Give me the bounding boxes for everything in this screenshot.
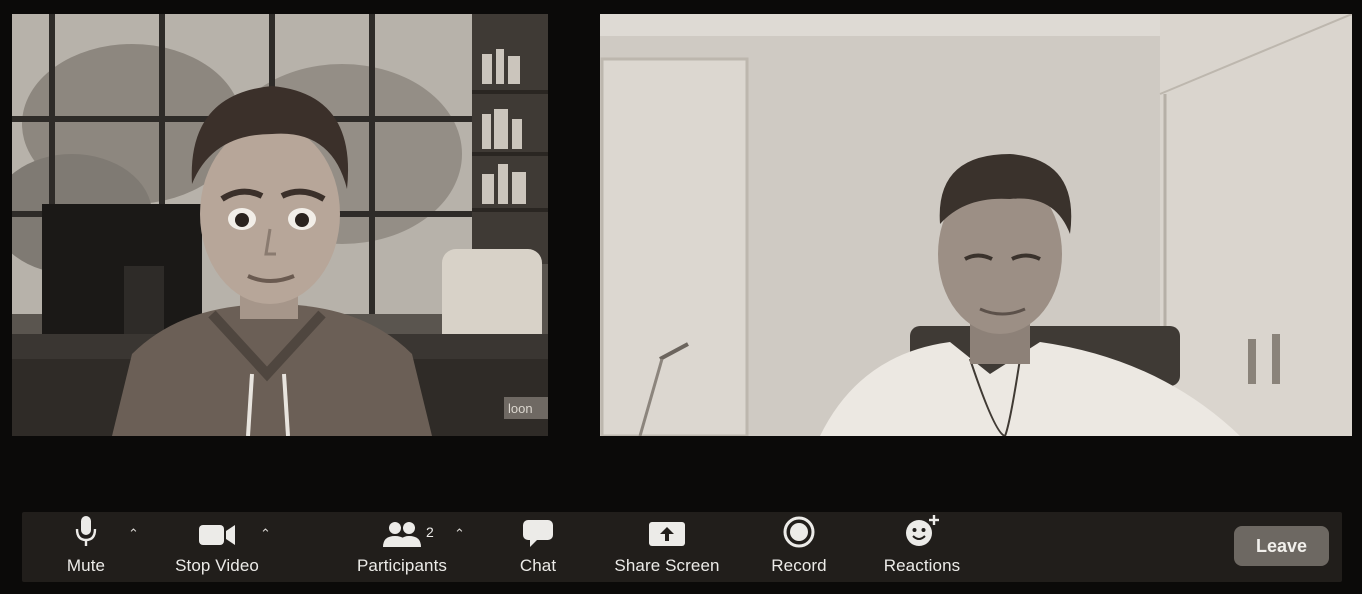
share-screen-label: Share Screen: [614, 556, 720, 575]
chat-button[interactable]: Chat: [516, 512, 560, 582]
leave-button[interactable]: Leave: [1234, 526, 1329, 566]
reactions-button[interactable]: Reactions: [880, 512, 964, 582]
participants-options-chevron-up-icon[interactable]: ⌃: [454, 526, 465, 542]
svg-text:loon: loon: [508, 401, 533, 416]
participants-label: Participants: [356, 556, 448, 575]
people-icon: [382, 512, 422, 548]
meeting-toolbar: Mute ⌃ Stop Video ⌃ Participants 2 ⌃ Cha…: [22, 512, 1342, 582]
camera-video-feed: [600, 14, 1352, 436]
record-circle-icon: [783, 512, 815, 548]
chat-label: Chat: [519, 556, 557, 575]
microphone-icon: [75, 512, 97, 548]
participant-video-camera[interactable]: [600, 14, 1352, 436]
video-camera-icon: [198, 512, 236, 548]
reactions-label: Reactions: [883, 556, 961, 575]
stop-video-button[interactable]: Stop Video: [167, 512, 267, 582]
share-arrow-icon: [648, 512, 686, 548]
mute-label: Mute: [66, 556, 106, 575]
participants-button[interactable]: Participants: [350, 512, 454, 582]
share-screen-button[interactable]: Share Screen: [610, 512, 724, 582]
smiley-plus-icon: [904, 512, 940, 548]
record-label: Record: [771, 556, 827, 575]
mute-options-chevron-up-icon[interactable]: ⌃: [128, 526, 139, 542]
stop-video-label: Stop Video: [175, 556, 259, 575]
chat-bubble-icon: [522, 512, 554, 548]
avatar-video-feed: loon: [12, 14, 548, 436]
participant-video-avatar[interactable]: loon: [12, 14, 548, 436]
video-options-chevron-up-icon[interactable]: ⌃: [260, 526, 271, 542]
record-button[interactable]: Record: [768, 512, 830, 582]
participants-count-badge: 2: [426, 524, 434, 540]
mute-button[interactable]: Mute: [62, 512, 110, 582]
